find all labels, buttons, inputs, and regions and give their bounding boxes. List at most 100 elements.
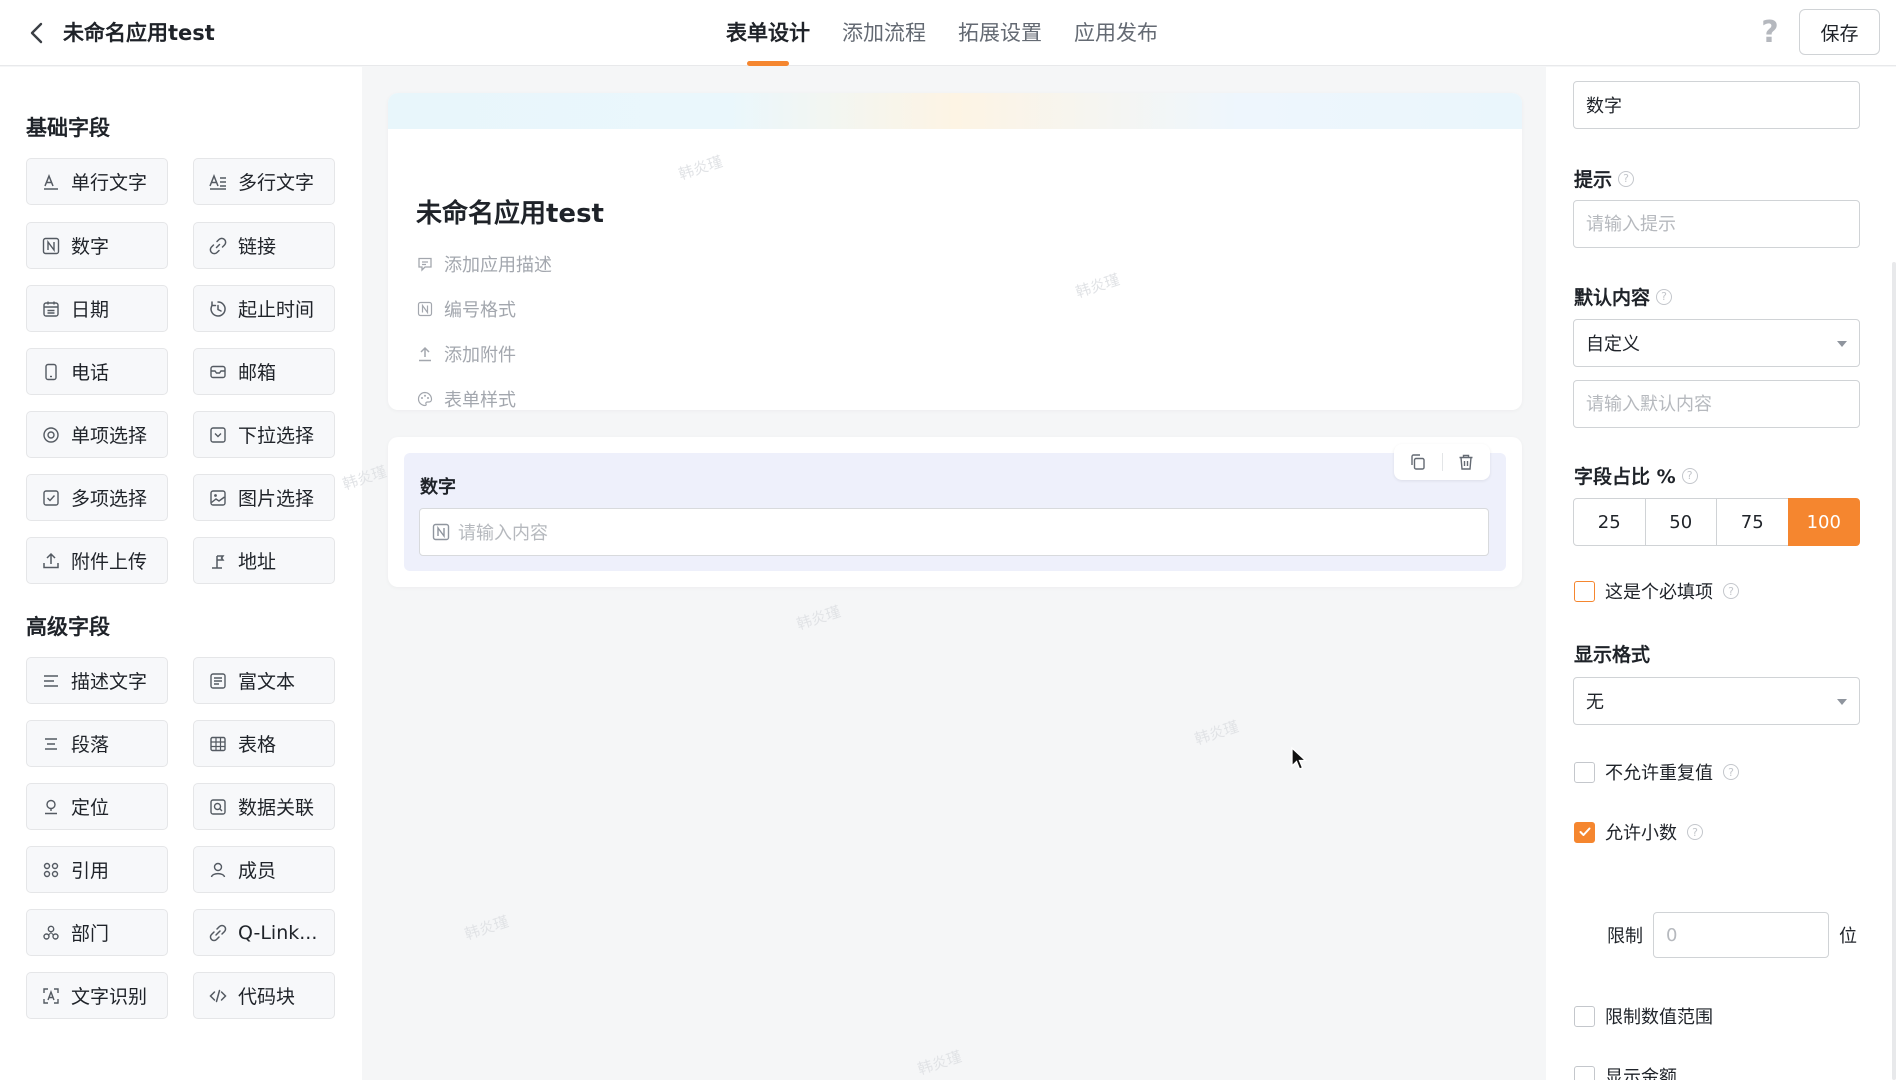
width-option-50[interactable]: 50: [1644, 498, 1717, 546]
field-department[interactable]: 部门: [26, 909, 168, 956]
field-description-text[interactable]: 描述文字: [26, 657, 168, 704]
phone-icon: [41, 362, 61, 382]
add-attachment-button[interactable]: 添加附件: [416, 341, 516, 367]
app-title: 未命名应用test: [63, 21, 215, 45]
field-paragraph[interactable]: 段落: [26, 720, 168, 767]
field-image-choice[interactable]: 图片选择: [193, 474, 335, 521]
field-member[interactable]: 成员: [193, 846, 335, 893]
width-option-25[interactable]: 25: [1573, 498, 1646, 546]
form-canvas: 未命名应用test 添加应用描述 编号格式 添加附件 表单样式 数字 请输入内容: [340, 67, 1546, 1080]
width-option-75[interactable]: 75: [1716, 498, 1789, 546]
advanced-fields-title: 高级字段: [26, 615, 110, 639]
delete-field-button[interactable]: [1453, 449, 1479, 475]
field-title-input[interactable]: [1573, 81, 1860, 129]
field-email[interactable]: 邮箱: [193, 348, 335, 395]
field-attachment[interactable]: 附件上传: [26, 537, 168, 584]
field-number[interactable]: 数字: [26, 222, 168, 269]
number-icon: [41, 236, 61, 256]
field-qlink[interactable]: Q-Link...: [193, 909, 335, 956]
value-range-checkbox[interactable]: [1574, 1005, 1595, 1027]
main-tabs: 表单设计 添加流程 拓展设置 应用发布: [710, 0, 1174, 66]
question-icon[interactable]: ?: [1681, 467, 1698, 484]
description-icon: [41, 671, 61, 691]
field-single-line-text[interactable]: 单行文字: [26, 158, 168, 205]
default-content-label: 默认内容?: [1574, 283, 1673, 310]
field-multi-line-text[interactable]: 多行文字: [193, 158, 335, 205]
no-duplicate-row[interactable]: 不允许重复值?: [1574, 759, 1739, 785]
department-icon: [41, 923, 61, 943]
hint-input[interactable]: [1573, 200, 1860, 248]
question-icon[interactable]: ?: [1723, 583, 1739, 599]
default-content-input[interactable]: [1573, 380, 1860, 428]
paragraph-icon: [41, 734, 61, 754]
watermark: 韩炎瑾: [915, 1047, 964, 1079]
tab-app-publish[interactable]: 应用发布: [1058, 0, 1174, 66]
map-pin-icon: [41, 797, 61, 817]
number-icon: [432, 523, 450, 541]
show-amount-checkbox[interactable]: [1574, 1065, 1595, 1080]
field-date[interactable]: 日期: [26, 285, 168, 332]
field-ocr[interactable]: 文字识别: [26, 972, 168, 1019]
width-option-100[interactable]: 100: [1787, 498, 1860, 546]
toolbar-divider: [1441, 453, 1443, 471]
field-link[interactable]: 链接: [193, 222, 335, 269]
properties-scrollbar[interactable]: [1892, 262, 1896, 1080]
display-format-label: 显示格式: [1574, 644, 1651, 666]
tab-form-design[interactable]: 表单设计: [710, 0, 826, 66]
chevron-left-icon: [30, 22, 43, 44]
watermark: 韩炎瑾: [462, 912, 511, 944]
decimal-limit-input[interactable]: [1653, 912, 1829, 958]
field-single-choice[interactable]: 单项选择: [26, 411, 168, 458]
form-header-card: 未命名应用test 添加应用描述 编号格式 添加附件 表单样式: [388, 93, 1522, 410]
data-link-icon: [208, 797, 228, 817]
field-reference[interactable]: 引用: [26, 846, 168, 893]
field-address[interactable]: 地址: [193, 537, 335, 584]
field-multi-choice[interactable]: 多项选择: [26, 474, 168, 521]
single-line-text-icon: [41, 172, 61, 192]
display-format-select[interactable]: 无: [1573, 677, 1860, 725]
field-table[interactable]: 表格: [193, 720, 335, 767]
hint-label: 提示?: [1574, 165, 1635, 192]
required-checkbox[interactable]: [1574, 580, 1595, 602]
field-data-link[interactable]: 数据关联: [193, 783, 335, 830]
tab-extended-settings[interactable]: 拓展设置: [942, 0, 1058, 66]
question-icon[interactable]: ?: [1656, 288, 1673, 305]
question-icon[interactable]: ?: [1723, 764, 1739, 780]
field-phone[interactable]: 电话: [26, 348, 168, 395]
allow-decimal-checkbox[interactable]: [1574, 821, 1595, 843]
field-rich-text[interactable]: 富文本: [193, 657, 335, 704]
question-icon[interactable]: ?: [1618, 170, 1635, 187]
field-time-range[interactable]: 起止时间: [193, 285, 335, 332]
help-icon[interactable]: ?: [1755, 15, 1785, 50]
add-description-button[interactable]: 添加应用描述: [416, 251, 552, 277]
save-button[interactable]: 保存: [1799, 9, 1880, 55]
check-icon: [1579, 827, 1590, 836]
value-range-row[interactable]: 限制数值范围: [1574, 1003, 1713, 1029]
field-code-block[interactable]: 代码块: [193, 972, 335, 1019]
field-toolbar: [1394, 444, 1490, 480]
watermark: 韩炎瑾: [794, 602, 843, 634]
watermark: 韩炎瑾: [1192, 717, 1241, 749]
question-icon[interactable]: ?: [1687, 824, 1703, 840]
field-width-segmented: 25 50 75 100: [1573, 498, 1860, 546]
caret-down-icon: [1837, 699, 1847, 705]
number-input-preview[interactable]: 请输入内容: [419, 508, 1489, 556]
mouse-cursor-icon: [1290, 746, 1308, 777]
field-dropdown[interactable]: 下拉选择: [193, 411, 335, 458]
form-style-button[interactable]: 表单样式: [416, 386, 516, 410]
number-format-button[interactable]: 编号格式: [416, 296, 516, 322]
basic-fields-title: 基础字段: [26, 116, 110, 140]
no-duplicate-checkbox[interactable]: [1574, 761, 1595, 783]
form-fields-card: 数字 请输入内容: [388, 437, 1522, 587]
upload-icon: [416, 345, 434, 363]
show-amount-row[interactable]: 显示金额: [1574, 1063, 1677, 1080]
selected-number-field[interactable]: 数字 请输入内容: [404, 444, 1506, 571]
copy-field-button[interactable]: [1405, 449, 1431, 475]
default-type-select[interactable]: 自定义: [1573, 319, 1860, 367]
form-title[interactable]: 未命名应用test: [416, 193, 604, 230]
field-location[interactable]: 定位: [26, 783, 168, 830]
required-checkbox-row[interactable]: 这是个必填项?: [1574, 578, 1739, 604]
allow-decimal-row[interactable]: 允许小数?: [1574, 819, 1703, 845]
tab-add-flow[interactable]: 添加流程: [826, 0, 942, 66]
back-button[interactable]: [22, 19, 50, 47]
